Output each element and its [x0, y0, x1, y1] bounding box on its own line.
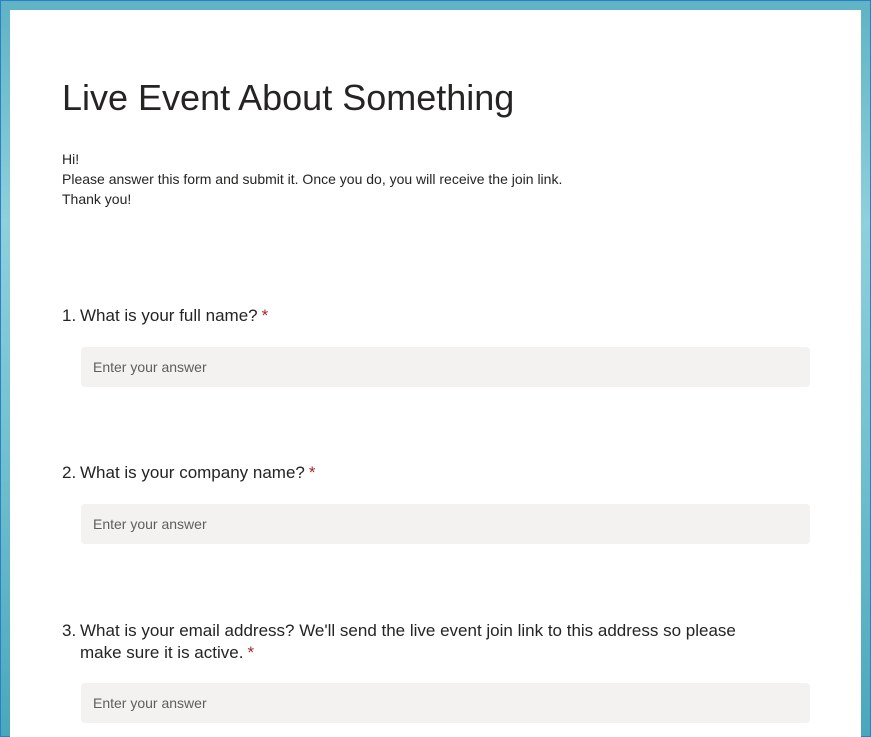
description-line: Thank you! [62, 191, 132, 207]
question-company-name: 2. What is your company name? * [62, 462, 810, 544]
required-asterisk: * [247, 643, 255, 662]
question-number: 2. [62, 463, 77, 482]
question-text: What is your company name? * [80, 462, 782, 484]
question-text: What is your full name? * [80, 305, 782, 327]
question-title: 3. What is your email address? We'll sen… [62, 620, 782, 664]
form-description: Hi! Please answer this form and submit i… [62, 149, 562, 209]
question-email-address: 3. What is your email address? We'll sen… [62, 620, 810, 723]
question-number: 1. [62, 306, 77, 325]
question-text-label: What is your company name? [80, 463, 305, 482]
question-number: 3. [62, 621, 77, 640]
description-line: Hi! [62, 151, 80, 167]
question-text-label: What is your full name? [80, 306, 258, 325]
question-text-label: What is your email address? We'll send t… [80, 621, 736, 662]
full-name-input[interactable] [81, 347, 810, 387]
required-asterisk: * [308, 463, 316, 482]
company-name-input[interactable] [81, 504, 810, 544]
question-title: 2. What is your company name? * [62, 462, 782, 484]
question-text: What is your email address? We'll send t… [80, 620, 782, 664]
question-full-name: 1. What is your full name? * [62, 305, 810, 387]
question-title: 1. What is your full name? * [62, 305, 782, 327]
email-address-input[interactable] [81, 683, 810, 723]
description-line: Please answer this form and submit it. O… [62, 171, 563, 187]
form-title: Live Event About Something [62, 77, 515, 118]
required-asterisk: * [261, 306, 269, 325]
form-card: Live Event About Something Hi! Please an… [10, 10, 861, 737]
